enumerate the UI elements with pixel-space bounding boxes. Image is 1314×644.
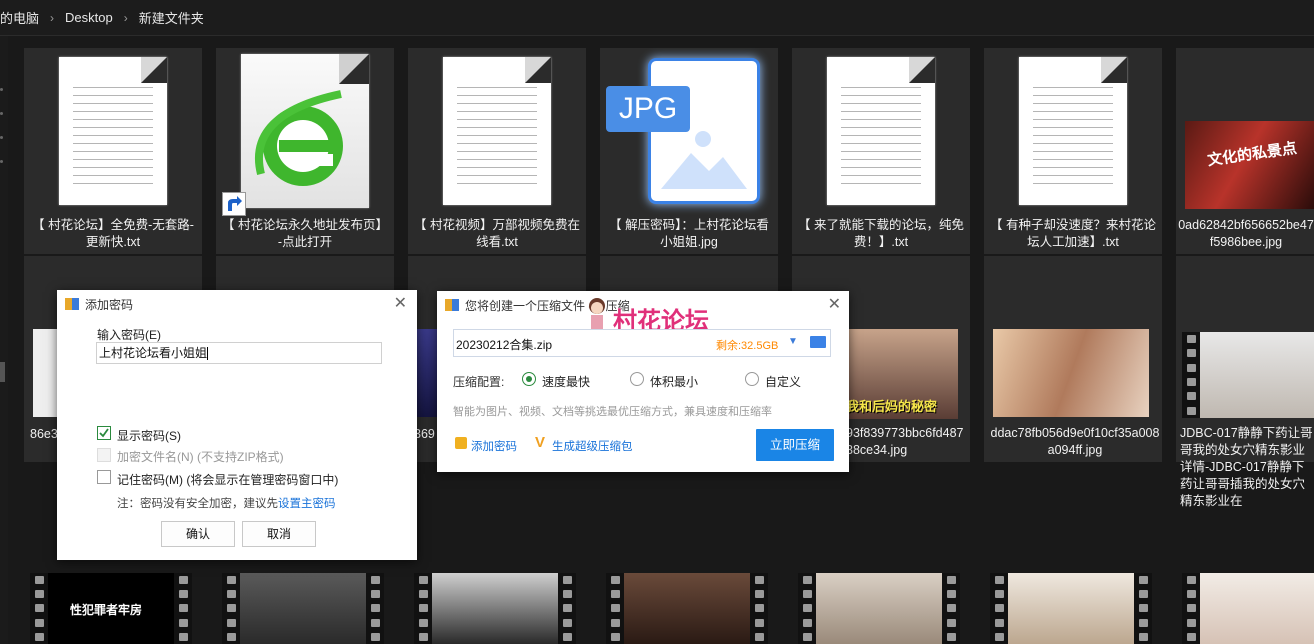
close-icon[interactable]: ✕ xyxy=(394,296,407,312)
option-fastest: 速度最快 xyxy=(542,375,591,389)
close-icon[interactable]: ✕ xyxy=(828,297,841,313)
dialog-titlebar: 添加密码 xyxy=(57,290,417,318)
file-name: 【 解压密码】：上村花论坛看小姐姐.jpg xyxy=(609,218,769,249)
archive-filename: 20230212合集.zip xyxy=(456,338,553,352)
file-tile[interactable]: 【 村花论坛永久地址发布页】-点此打开 xyxy=(216,48,394,254)
file-name: 【 村花论坛】全免费-无套路-更新快.txt xyxy=(32,218,194,249)
config-label: 压缩配置: xyxy=(453,375,505,389)
file-name: 【 村花视频】万部视频免费在线看.txt xyxy=(414,218,580,249)
file-tile[interactable]: 【 村花论坛】全免费-无套路-更新快.txt xyxy=(24,48,202,254)
confirm-button[interactable]: 确认 xyxy=(161,521,235,547)
archive-filename-field[interactable]: 20230212合集.zip 剩余:32.5GB ▼ xyxy=(453,329,831,357)
file-tile[interactable]: 【 来了就能下载的论坛，纯免费！】.txt xyxy=(792,48,970,254)
image-thumbnail: 文化的私景点 xyxy=(1185,121,1314,209)
image-thumbnail: 我和后妈的秘密 xyxy=(840,329,958,419)
password-input-value: 上村花论坛看小姐姐 xyxy=(99,346,208,360)
encrypt-filenames-label: 加密文件名(N) (不支持ZIP格式) xyxy=(117,450,284,464)
file-name: 【 来了就能下载的论坛，纯免费！】.txt xyxy=(798,218,964,249)
radio-smallest[interactable] xyxy=(630,372,644,386)
breadcrumb-item-folder[interactable]: 新建文件夹 xyxy=(139,8,204,27)
compress-hint: 智能为图片、视频、文档等挑选最优压缩方式，兼具速度和压缩率 xyxy=(453,406,772,418)
cancel-button[interactable]: 取消 xyxy=(242,521,316,547)
file-name: 【 有种子却没速度？来村花论坛人工加速】.txt xyxy=(990,218,1156,249)
video-thumbnail[interactable] xyxy=(222,573,384,644)
video-thumbnail[interactable]: 性犯罪者牢房 xyxy=(30,573,192,644)
internet-explorer-icon xyxy=(241,54,369,208)
encrypt-filenames-checkbox xyxy=(97,448,111,462)
file-tile[interactable]: JPG 【 解压密码】：上村花论坛看小姐姐.jpg xyxy=(600,48,778,254)
option-smallest: 体积最小 xyxy=(650,375,699,389)
file-tile[interactable]: 【 有种子却没速度？来村花论坛人工加速】.txt xyxy=(984,48,1162,254)
jpg-badge: JPG xyxy=(606,86,690,132)
file-tile[interactable]: 【 村花视频】万部视频免费在线看.txt xyxy=(408,48,586,254)
add-password-dialog: 添加密码 ✕ 输入密码(E) 上村花论坛看小姐姐 显示密码(S) 加密文件名(N… xyxy=(57,290,417,560)
archive-app-icon xyxy=(65,298,79,310)
folder-icon[interactable] xyxy=(810,336,826,348)
vip-icon: V xyxy=(535,434,546,451)
remember-password-label: 记住密码(M) (将会显示在管理密码窗口中) xyxy=(117,473,339,487)
file-tile[interactable]: JDBC-017静静下药让哥哥我的处女穴精东影业详情-JDBC-017静静下药让… xyxy=(1176,256,1314,508)
compress-now-button[interactable]: 立即压缩 xyxy=(756,429,834,461)
video-thumbnail xyxy=(1182,332,1314,418)
image-thumbnail xyxy=(993,329,1149,417)
video-thumbnail[interactable] xyxy=(606,573,768,644)
video-thumbnail[interactable] xyxy=(414,573,576,644)
remember-password-checkbox[interactable] xyxy=(97,470,111,484)
add-password-link[interactable]: 添加密码 xyxy=(471,438,517,454)
chevron-right-icon: › xyxy=(123,10,128,25)
show-password-label: 显示密码(S) xyxy=(117,429,181,443)
create-archive-dialog: 您将创建一个压缩文件 - 2 压缩 ✕ 村花论坛 20230212合集.zip … xyxy=(437,291,849,472)
text-file-icon xyxy=(827,57,935,205)
lock-icon xyxy=(455,437,467,449)
breadcrumb-item-pc[interactable]: 的电脑 xyxy=(0,8,39,27)
shortcut-arrow-icon xyxy=(222,192,246,216)
file-name: ddac78fb056d9e0f10cf35a008a094ff.jpg xyxy=(990,426,1160,457)
thumbnail-text: 文化的私景点 xyxy=(1206,139,1298,170)
thumbnail-text: 性犯罪者牢房 xyxy=(70,603,143,617)
thumbnail-text: 我和后妈的秘密 xyxy=(846,399,938,414)
text-file-icon xyxy=(443,57,551,205)
file-tile[interactable]: 文化的私景点 0ad62842bf656652be47f5986bee.jpg xyxy=(1176,48,1314,254)
file-name: 93f839773bbc6fd48738ce34.jpg xyxy=(846,426,964,457)
video-thumbnail[interactable] xyxy=(798,573,960,644)
password-input[interactable]: 上村花论坛看小姐姐 xyxy=(96,342,382,364)
super-archive-link[interactable]: 生成超级压缩包 xyxy=(552,438,633,454)
security-note-text: 注：密码没有安全加密，建议先 xyxy=(117,498,278,510)
video-thumbnail[interactable] xyxy=(990,573,1152,644)
chevron-down-icon[interactable]: ▼ xyxy=(788,336,798,347)
file-name: 【 村花论坛永久地址发布页】-点此打开 xyxy=(222,218,388,249)
radio-fastest[interactable] xyxy=(522,372,536,386)
file-name: 0ad62842bf656652be47f5986bee.jpg xyxy=(1178,218,1314,249)
password-input-label: 输入密码(E) xyxy=(97,328,161,342)
video-thumbnail[interactable] xyxy=(1182,573,1314,644)
dialog-title: 添加密码 xyxy=(85,297,134,312)
option-custom: 自定义 xyxy=(765,375,802,389)
radio-custom[interactable] xyxy=(745,372,759,386)
show-password-checkbox[interactable] xyxy=(97,426,111,440)
nav-pane-edge xyxy=(0,36,8,644)
free-space: 剩余:32.5GB xyxy=(716,340,779,352)
breadcrumb-item-desktop[interactable]: Desktop xyxy=(65,10,113,25)
file-name: JDBC-017静静下药让哥哥我的处女穴精东影业详情-JDBC-017静静下药让… xyxy=(1180,426,1313,508)
security-note: 注：密码没有安全加密，建议先设置主密码 xyxy=(117,495,336,511)
text-file-icon xyxy=(59,57,167,205)
file-explorer-window: 的电脑 › Desktop › 新建文件夹 【 村花论坛】全免费-无套路-更新快… xyxy=(0,0,1314,644)
set-master-password-link[interactable]: 设置主密码 xyxy=(278,498,336,510)
chevron-right-icon: › xyxy=(50,10,55,25)
file-tile[interactable]: ddac78fb056d9e0f10cf35a008a094ff.jpg xyxy=(984,256,1162,462)
breadcrumb: 的电脑 › Desktop › 新建文件夹 xyxy=(0,0,1314,36)
archive-app-icon xyxy=(445,299,459,311)
text-file-icon xyxy=(1019,57,1127,205)
